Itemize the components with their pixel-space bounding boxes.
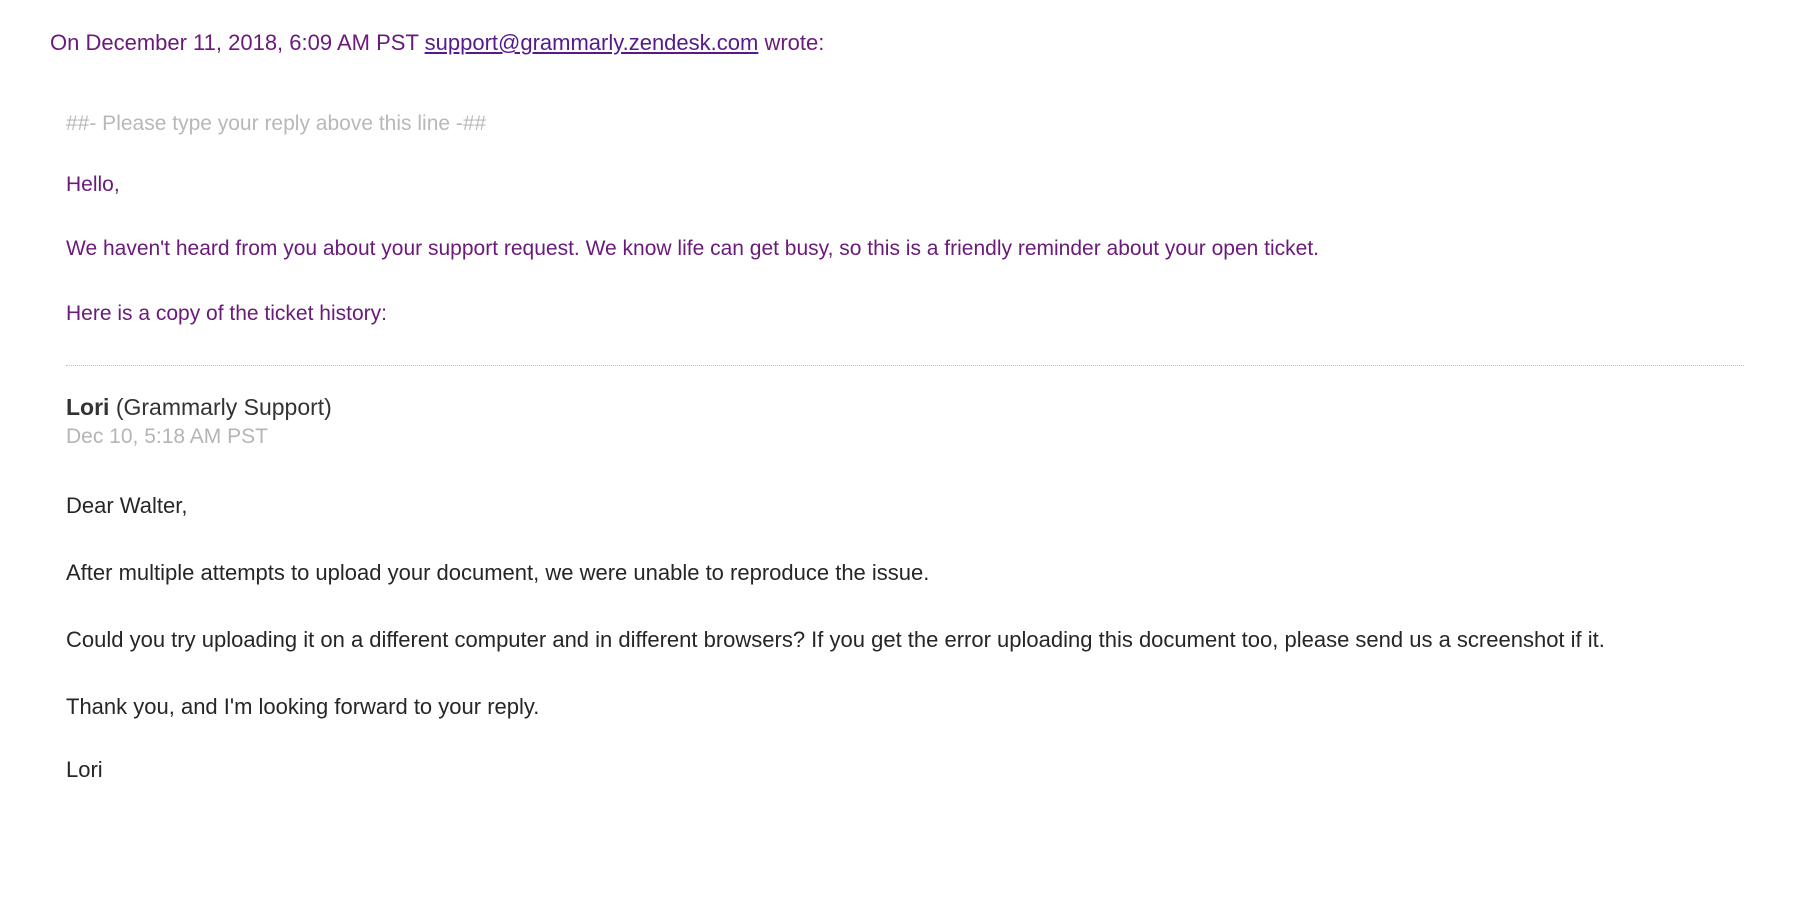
- body-paragraph-1: After multiple attempts to upload your d…: [66, 556, 1744, 589]
- body-paragraph-3: Thank you, and I'm looking forward to yo…: [66, 690, 1744, 723]
- salutation: Dear Walter,: [66, 489, 1744, 522]
- divider: [66, 365, 1744, 366]
- signature: Lori: [66, 757, 1744, 783]
- intro-history-label: Here is a copy of the ticket history:: [66, 299, 1744, 329]
- agent-org: (Grammarly Support): [109, 394, 331, 420]
- agent-name: Lori: [66, 394, 109, 420]
- sender-email-link[interactable]: support@grammarly.zendesk.com: [425, 30, 759, 55]
- intro-greeting: Hello,: [66, 170, 1744, 200]
- quote-suffix: wrote:: [758, 30, 824, 55]
- quote-prefix: On December 11, 2018, 6:09 AM PST: [50, 30, 425, 55]
- reply-above-marker: ##- Please type your reply above this li…: [66, 112, 1744, 136]
- body-paragraph-2: Could you try uploading it on a differen…: [66, 623, 1744, 656]
- quote-header: On December 11, 2018, 6:09 AM PST suppor…: [50, 30, 1744, 56]
- agent-line: Lori (Grammarly Support): [66, 394, 1744, 421]
- agent-timestamp: Dec 10, 5:18 AM PST: [66, 425, 1744, 449]
- email-body-container: ##- Please type your reply above this li…: [50, 112, 1744, 783]
- intro-reminder: We haven't heard from you about your sup…: [66, 234, 1744, 264]
